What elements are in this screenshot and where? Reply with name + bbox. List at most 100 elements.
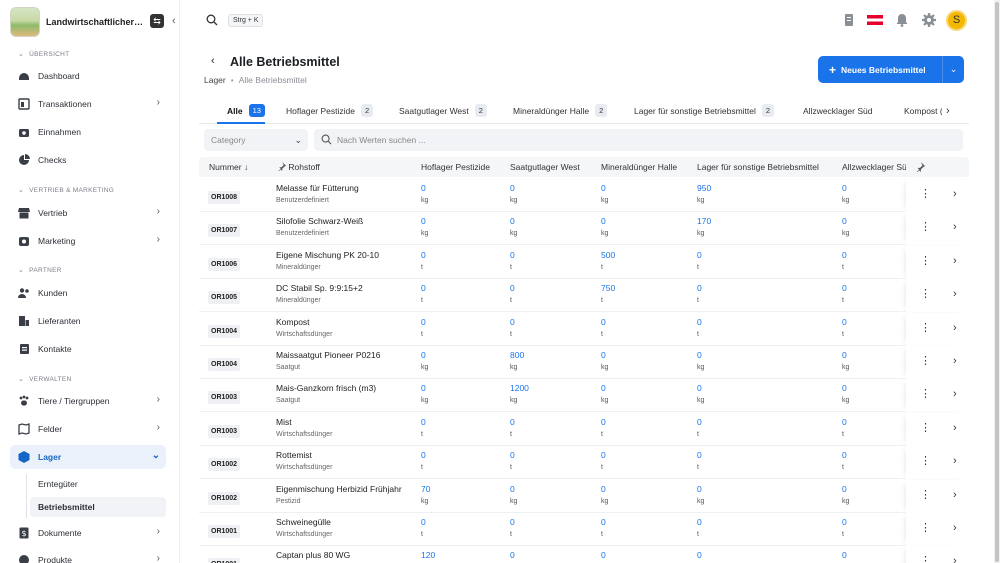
stock-value[interactable]: 0 bbox=[842, 183, 847, 193]
stock-value[interactable]: 0 bbox=[421, 183, 426, 193]
sidebar-item-tiere[interactable]: Tiere / Tiergruppen › bbox=[10, 389, 166, 413]
sidebar-subitem-betriebsmittel[interactable]: Betriebsmittel bbox=[30, 497, 166, 517]
stock-value[interactable]: 0 bbox=[842, 317, 847, 327]
stock-value[interactable]: 0 bbox=[697, 417, 702, 427]
stock-value[interactable]: 0 bbox=[421, 350, 426, 360]
stock-value[interactable]: 0 bbox=[697, 350, 702, 360]
more-vertical-icon[interactable]: ⋮ bbox=[920, 222, 931, 233]
stock-value[interactable]: 0 bbox=[842, 450, 847, 460]
search-input[interactable]: Nach Werten suchen ... bbox=[314, 129, 963, 151]
header-hoflager-pestizide[interactable]: Hoflager Pestizide bbox=[421, 162, 490, 172]
table-row[interactable]: OR1004 Kompost Wirtschaftsdünger 0 t 0 t 0 t 0 t 0 t… bbox=[199, 312, 969, 346]
stock-value[interactable]: 0 bbox=[421, 216, 426, 226]
stock-value[interactable]: 0 bbox=[510, 484, 515, 494]
stock-value[interactable]: 0 bbox=[601, 517, 606, 527]
stock-value[interactable]: 0 bbox=[697, 484, 702, 494]
stock-value[interactable]: 0 bbox=[842, 250, 847, 260]
sidebar-item-kunden[interactable]: Kunden bbox=[10, 281, 166, 305]
table-row[interactable]: OR1001Captan plus 80 WG1200000⋮› bbox=[199, 546, 969, 563]
table-row[interactable]: OR1008 Melasse für Fütterung Benutzerdefin… bbox=[199, 179, 969, 212]
sidebar-item-dokumente[interactable]: $ Dokumente › bbox=[10, 521, 166, 545]
sidebar-item-marketing[interactable]: Marketing › bbox=[10, 229, 166, 253]
table-row[interactable]: OR1005 DC Stabil Sp. 9:9:15+2 Mineraldünge… bbox=[199, 279, 969, 313]
stock-value[interactable]: 750 bbox=[601, 283, 615, 293]
gear-icon[interactable] bbox=[921, 12, 937, 28]
stock-value[interactable]: 0 bbox=[697, 517, 702, 527]
stock-value[interactable]: 950 bbox=[697, 183, 711, 193]
section-manage[interactable]: ⌄ VERWALTEN bbox=[18, 375, 71, 384]
header-lager-sonstige[interactable]: Lager für sonstige Betriebsmittel bbox=[697, 162, 819, 172]
chevron-right-icon[interactable]: › bbox=[953, 188, 957, 200]
stock-value[interactable]: 500 bbox=[601, 250, 615, 260]
sidebar-item-produkte[interactable]: Produkte › bbox=[10, 548, 166, 563]
section-sales[interactable]: ⌄ VERTRIEB & MARKETING bbox=[18, 186, 114, 195]
chevron-right-icon[interactable]: › bbox=[953, 288, 957, 300]
table-row[interactable]: OR1006 Eigene Mischung PK 20-10 Mineraldün… bbox=[199, 245, 969, 279]
collapse-sidebar-icon[interactable]: ‹ bbox=[172, 15, 176, 27]
more-vertical-icon[interactable]: ⋮ bbox=[920, 389, 931, 400]
tab-alle[interactable]: Alle 13 bbox=[227, 103, 265, 118]
more-vertical-icon[interactable]: ⋮ bbox=[920, 456, 931, 467]
stock-value[interactable]: 0 bbox=[601, 550, 606, 560]
stock-value[interactable]: 0 bbox=[842, 350, 847, 360]
sidebar-item-kontakte[interactable]: Kontakte bbox=[10, 337, 166, 361]
stock-value[interactable]: 0 bbox=[842, 550, 847, 560]
stock-value[interactable]: 1200 bbox=[510, 383, 529, 393]
chevron-right-icon[interactable]: › bbox=[953, 455, 957, 467]
table-row[interactable]: OR1004 Maissaatgut Pioneer P0216 Saatgut 0 k… bbox=[199, 346, 969, 379]
stock-value[interactable]: 0 bbox=[601, 350, 606, 360]
back-icon[interactable]: ‹ bbox=[211, 55, 215, 67]
stock-value[interactable]: 0 bbox=[842, 517, 847, 527]
stock-value[interactable]: 800 bbox=[510, 350, 524, 360]
pin-icon[interactable] bbox=[915, 162, 925, 172]
stock-value[interactable]: 0 bbox=[421, 383, 426, 393]
stock-value[interactable]: 0 bbox=[842, 216, 847, 226]
search-shortcut[interactable]: Strg + K bbox=[228, 14, 264, 27]
more-vertical-icon[interactable]: ⋮ bbox=[920, 255, 931, 267]
stock-value[interactable]: 0 bbox=[842, 283, 847, 293]
stock-value[interactable]: 0 bbox=[601, 383, 606, 393]
chevron-right-icon[interactable]: › bbox=[953, 221, 957, 233]
sidebar-item-checks[interactable]: Checks bbox=[10, 148, 166, 172]
more-vertical-icon[interactable]: ⋮ bbox=[920, 422, 931, 434]
header-allzwecklager-sued[interactable]: Allzwecklager Sü bbox=[842, 162, 906, 172]
avatar[interactable]: S bbox=[946, 10, 967, 31]
stock-value[interactable]: 0 bbox=[601, 484, 606, 494]
stock-value[interactable]: 0 bbox=[510, 283, 515, 293]
chevron-right-icon[interactable]: › bbox=[953, 555, 957, 563]
stock-value[interactable]: 0 bbox=[697, 383, 702, 393]
more-vertical-icon[interactable]: ⋮ bbox=[920, 322, 931, 334]
stock-value[interactable]: 170 bbox=[697, 216, 711, 226]
breadcrumb-parent[interactable]: Lager bbox=[204, 75, 226, 85]
chevron-down-icon[interactable]: ⌄ bbox=[942, 56, 964, 83]
chevron-right-icon[interactable]: › bbox=[953, 388, 957, 400]
stock-value[interactable]: 0 bbox=[510, 216, 515, 226]
stock-value[interactable]: 0 bbox=[842, 383, 847, 393]
bell-icon[interactable] bbox=[894, 12, 910, 28]
chevron-right-icon[interactable]: › bbox=[953, 489, 957, 501]
chevron-right-icon[interactable]: › bbox=[953, 522, 957, 534]
stock-value[interactable]: 0 bbox=[601, 216, 606, 226]
sidebar-item-dashboard[interactable]: Dashboard bbox=[10, 64, 166, 88]
table-row[interactable]: OR1001 Schweinegülle Wirtschaftsdünger 0 t 0 t… bbox=[199, 513, 969, 546]
more-vertical-icon[interactable]: ⋮ bbox=[920, 489, 931, 501]
chevron-right-icon[interactable]: › bbox=[953, 355, 957, 367]
tab-saatgutlager-west[interactable]: Saatgutlager West 2 bbox=[399, 103, 487, 118]
sidebar-item-transaktionen[interactable]: Transaktionen › bbox=[10, 92, 166, 116]
sidebar-item-lieferanten[interactable]: Lieferanten bbox=[10, 309, 166, 333]
new-betriebsmittel-button[interactable]: + Neues Betriebsmittel ⌄ bbox=[818, 56, 964, 83]
chevron-right-icon[interactable]: › bbox=[953, 322, 957, 334]
stock-value[interactable]: 0 bbox=[510, 417, 515, 427]
more-vertical-icon[interactable]: ⋮ bbox=[920, 289, 931, 300]
sidebar-item-vertrieb[interactable]: Vertrieb › bbox=[10, 201, 166, 225]
tab-mineralduenger-halle[interactable]: Mineraldünger Halle 2 bbox=[513, 103, 608, 118]
stock-value[interactable]: 70 bbox=[421, 484, 430, 494]
section-overview[interactable]: ⌄ ÜBERSICHT bbox=[18, 50, 69, 59]
stock-value[interactable]: 0 bbox=[697, 283, 702, 293]
tab-lager-sonstige[interactable]: Lager für sonstige Betriebsmittel 2 bbox=[634, 103, 775, 118]
table-row[interactable]: OR1002 Eigenmischung Herbizid Frühjahr Pes… bbox=[199, 479, 969, 513]
stock-value[interactable]: 120 bbox=[421, 550, 435, 560]
chevron-right-icon[interactable]: › bbox=[946, 105, 950, 117]
header-mineralduenger-halle[interactable]: Mineraldünger Halle bbox=[601, 162, 677, 172]
stock-value[interactable]: 0 bbox=[421, 317, 426, 327]
